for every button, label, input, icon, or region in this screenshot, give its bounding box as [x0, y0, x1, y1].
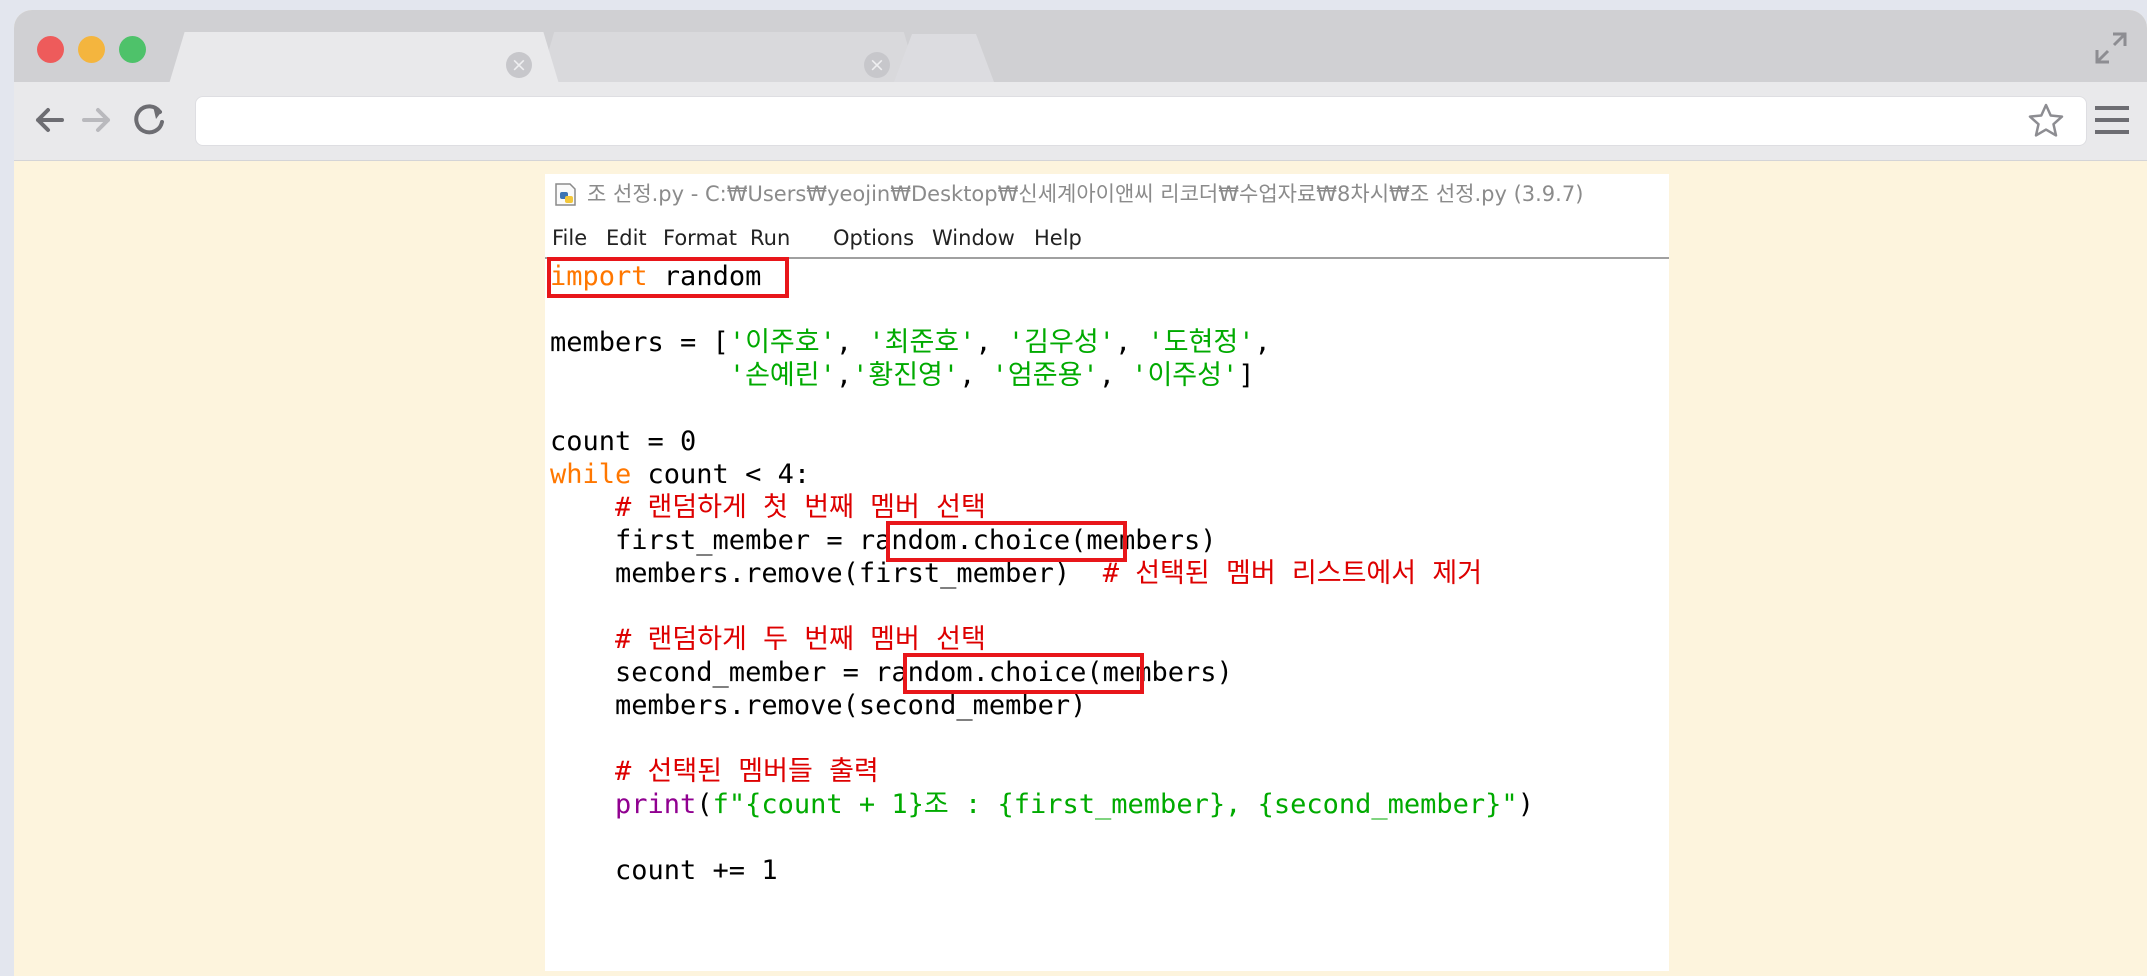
menu-window[interactable]: Window — [932, 219, 1015, 257]
idle-editor-window: 조 선정.py - C:₩Users₩yeojin₩Desktop₩신세계아이앤… — [545, 174, 1669, 971]
expand-icon[interactable] — [2093, 30, 2129, 66]
highlight-box-random-choice-2 — [903, 653, 1144, 694]
editor-menubar: File Edit Format Run Options Window Help — [545, 219, 1669, 259]
window-maximize-button[interactable] — [119, 36, 146, 63]
editor-title: 조 선정.py - C:₩Users₩yeojin₩Desktop₩신세계아이앤… — [587, 182, 1584, 206]
forward-arrow-icon[interactable] — [74, 98, 118, 142]
window-close-button[interactable] — [37, 36, 64, 63]
highlight-box-import — [547, 257, 789, 298]
reload-icon[interactable] — [127, 98, 171, 142]
star-icon[interactable] — [2026, 101, 2066, 141]
code-line: count = 0 — [550, 426, 697, 457]
python-file-icon — [555, 183, 576, 206]
new-tab-button[interactable] — [894, 34, 994, 82]
code-line: print(f"{count + 1}조 : {first_member}, {… — [615, 789, 1534, 820]
menu-options[interactable]: Options — [833, 219, 914, 257]
menu-format[interactable]: Format — [663, 219, 737, 257]
highlight-box-random-choice-1 — [886, 521, 1127, 562]
menu-icon[interactable] — [2093, 102, 2131, 138]
tab-close-icon[interactable]: × — [864, 52, 890, 78]
code-comment: # 랜덤하게 첫 번째 멤버 선택 — [550, 492, 986, 523]
menu-run[interactable]: Run — [750, 219, 790, 257]
menu-file[interactable]: File — [552, 219, 587, 257]
back-arrow-icon[interactable] — [28, 98, 72, 142]
address-bar[interactable] — [195, 96, 2087, 146]
browser-window: × × 조 선정.py - C:₩Users₩yeojin₩Desktop₩신세… — [14, 10, 2147, 976]
menu-help[interactable]: Help — [1034, 219, 1082, 257]
code-line: '손예린','황진영', '엄준용', '이주성'] — [728, 360, 1255, 391]
code-line: members = ['이주호', '최준호', '김우성', '도현정', — [550, 327, 1271, 358]
browser-toolbar — [14, 82, 2147, 161]
menu-edit[interactable]: Edit — [606, 219, 647, 257]
tab-active[interactable]: × — [169, 32, 559, 84]
code-line: while count < 4: — [550, 459, 811, 490]
window-minimize-button[interactable] — [78, 36, 105, 63]
tab-inactive[interactable]: × — [539, 32, 919, 84]
tab-close-icon[interactable]: × — [506, 52, 532, 78]
tab-strip: × × — [14, 10, 2147, 84]
editor-titlebar: 조 선정.py - C:₩Users₩yeojin₩Desktop₩신세계아이앤… — [545, 174, 1669, 214]
code-line: count += 1 — [550, 855, 778, 886]
page-content: 조 선정.py - C:₩Users₩yeojin₩Desktop₩신세계아이앤… — [14, 161, 2147, 976]
code-comment: # 선택된 멤버들 출력 — [550, 756, 879, 787]
code-comment: # 랜덤하게 두 번째 멤버 선택 — [550, 624, 986, 655]
code-editor[interactable]: import random members = ['이주호', '최준호', '… — [545, 257, 1669, 971]
